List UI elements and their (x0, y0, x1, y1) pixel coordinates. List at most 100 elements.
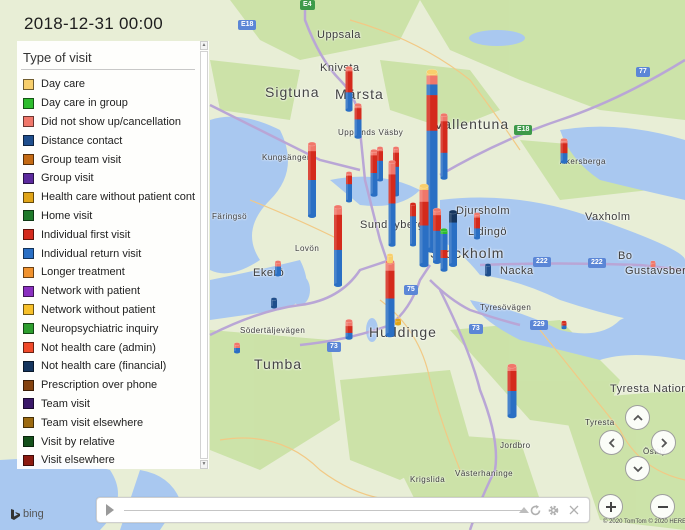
data-column[interactable] (270, 297, 278, 309)
data-column[interactable] (507, 363, 517, 419)
plus-icon (605, 501, 616, 512)
legend-item[interactable]: Individual return visit (23, 244, 195, 263)
legend-item[interactable]: Team visit (23, 395, 195, 414)
legend-swatch (23, 417, 34, 429)
legend-swatch (23, 229, 34, 241)
legend-label: Not health care (admin) (41, 341, 156, 354)
pan-down-button[interactable] (625, 456, 650, 481)
legend-item[interactable]: Visit by relative (23, 432, 195, 451)
legend-item[interactable]: Group visit (23, 169, 195, 188)
legend-item[interactable]: Visit elsewhere (23, 451, 195, 470)
scrollbar-track[interactable] (200, 51, 208, 459)
legend-item[interactable]: Prescription over phone (23, 376, 195, 395)
column-base (650, 264, 656, 268)
data-column[interactable] (274, 260, 282, 277)
data-column[interactable] (370, 149, 378, 197)
play-button[interactable] (106, 504, 114, 516)
column-base (308, 214, 316, 218)
pan-left-button[interactable] (599, 430, 624, 455)
scroll-down-arrow-icon[interactable]: ▼ (200, 460, 208, 469)
data-column[interactable] (345, 171, 353, 203)
data-column[interactable] (386, 253, 394, 264)
column-base (345, 108, 353, 112)
timeline-slider[interactable] (124, 510, 524, 511)
legend-item[interactable]: Day care (23, 75, 195, 94)
data-column[interactable] (394, 318, 402, 326)
data-column[interactable] (432, 207, 442, 264)
timestamp: 2018-12-31 00:00 (24, 14, 164, 33)
legend-item[interactable]: Network with patient (23, 282, 195, 301)
column-top (650, 260, 656, 264)
data-column[interactable] (561, 320, 567, 330)
data-column[interactable] (388, 160, 396, 247)
legend-item[interactable]: Longer treatment (23, 263, 195, 282)
legend-item[interactable]: Not health care (financial) (23, 357, 195, 376)
column-top (307, 141, 317, 147)
data-column[interactable] (354, 103, 362, 139)
legend-item[interactable]: Distance contact (23, 131, 195, 150)
legend-item[interactable]: Did not show up/cancellation (23, 113, 195, 132)
zoom-out-button[interactable] (650, 494, 675, 519)
column-base (561, 326, 567, 330)
close-icon[interactable] (566, 502, 582, 518)
legend-label: Group team visit (41, 153, 122, 166)
column-highlight (433, 210, 436, 262)
pan-up-button[interactable] (625, 405, 650, 430)
legend-scrollbar[interactable]: ▲ ▼ (200, 41, 208, 469)
column-highlight (388, 162, 391, 245)
column-top (386, 253, 394, 257)
legend-item[interactable]: Team visit elsewhere (23, 413, 195, 432)
column-highlight (440, 230, 443, 270)
data-column[interactable] (419, 183, 429, 268)
legend-swatch (23, 398, 34, 410)
data-column[interactable] (409, 202, 417, 247)
data-column[interactable] (473, 212, 481, 240)
data-column[interactable] (345, 66, 353, 112)
data-column[interactable] (307, 141, 317, 218)
settings-gear-icon[interactable] (545, 502, 561, 518)
column-base (485, 273, 491, 277)
column-highlight (345, 68, 348, 110)
legend-label: Network with patient (41, 285, 141, 298)
legend-swatch (23, 454, 34, 466)
data-column[interactable] (484, 263, 492, 277)
legend-item[interactable]: Group team visit (23, 150, 195, 169)
scroll-up-arrow-icon[interactable]: ▲ (200, 41, 208, 50)
column-top (448, 209, 458, 215)
column-base (388, 243, 396, 247)
legend-item[interactable]: Individual first visit (23, 225, 195, 244)
legend-item[interactable]: Network without patient (23, 301, 195, 320)
legend-swatch (23, 342, 34, 354)
data-column[interactable] (448, 209, 458, 267)
column-base (234, 350, 240, 354)
data-column[interactable] (376, 146, 384, 182)
data-column[interactable] (233, 342, 241, 354)
data-column[interactable] (440, 113, 448, 180)
column-top (354, 103, 362, 107)
legend-item[interactable]: Not health care (admin) (23, 338, 195, 357)
column-top (345, 171, 353, 175)
legend-swatch (23, 285, 34, 297)
legend-panel: Type of visit Day care Day care in group D… (17, 41, 209, 469)
data-column[interactable] (560, 138, 568, 164)
data-column[interactable] (333, 204, 343, 287)
legend-item[interactable]: Day care in group (23, 94, 195, 113)
data-column[interactable] (440, 228, 448, 272)
column-highlight (474, 214, 476, 238)
zoom-in-button[interactable] (598, 494, 623, 519)
pan-right-button[interactable] (651, 430, 676, 455)
legend-label: Visit by relative (41, 435, 115, 448)
column-top (426, 69, 438, 75)
legend-item[interactable]: Health care without patient contact (23, 188, 195, 207)
legend-swatch (23, 304, 34, 316)
data-column[interactable] (385, 259, 395, 338)
data-column[interactable] (345, 319, 353, 340)
refresh-icon[interactable] (527, 502, 543, 518)
legend-item[interactable]: Home visit (23, 207, 195, 226)
column-base (560, 160, 568, 164)
column-top (409, 202, 417, 206)
legend-item[interactable]: Neuropsychiatric inquiry (23, 319, 195, 338)
data-column[interactable] (650, 260, 656, 268)
column-top (561, 320, 567, 324)
column-top (507, 363, 517, 369)
